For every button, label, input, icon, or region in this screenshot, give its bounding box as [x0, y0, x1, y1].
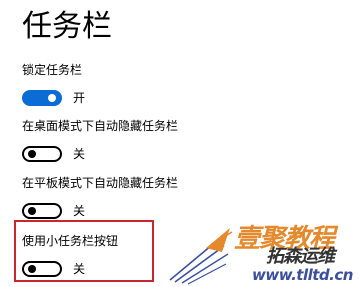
- autohide-tablet-toggle[interactable]: [22, 203, 62, 219]
- toggle-row-autohide-desktop: 关: [22, 146, 178, 162]
- setting-lock-taskbar: 锁定任务栏 开: [22, 62, 85, 106]
- watermark-url: www.tlltd.cn: [252, 266, 353, 284]
- autohide-desktop-state-text: 关: [73, 147, 86, 161]
- lock-taskbar-toggle[interactable]: [22, 90, 62, 106]
- autohide-tablet-state-text: 关: [73, 204, 86, 218]
- highlight-box: [14, 220, 154, 282]
- page-title: 任务栏: [22, 9, 112, 44]
- setting-label-autohide-tablet: 在平板模式下自动隐藏任务栏: [22, 176, 179, 190]
- watermark-subtitle: 拓森运维: [266, 246, 335, 267]
- quill-logo-icon: [169, 228, 233, 285]
- toggle-row-autohide-tablet: 关: [22, 203, 178, 219]
- autohide-desktop-toggle[interactable]: [22, 146, 62, 162]
- lock-taskbar-state-text: 开: [73, 91, 86, 105]
- watermark: 壹聚教程 拓森运维 www.tlltd.cn: [166, 222, 359, 287]
- setting-label-lock-taskbar: 锁定任务栏: [22, 63, 83, 77]
- setting-label-autohide-desktop: 在桌面模式下自动隐藏任务栏: [22, 119, 179, 133]
- setting-autohide-tablet: 在平板模式下自动隐藏任务栏 关: [22, 175, 178, 219]
- toggle-row-lock-taskbar: 开: [22, 90, 85, 106]
- setting-autohide-desktop: 在桌面模式下自动隐藏任务栏 关: [22, 118, 178, 162]
